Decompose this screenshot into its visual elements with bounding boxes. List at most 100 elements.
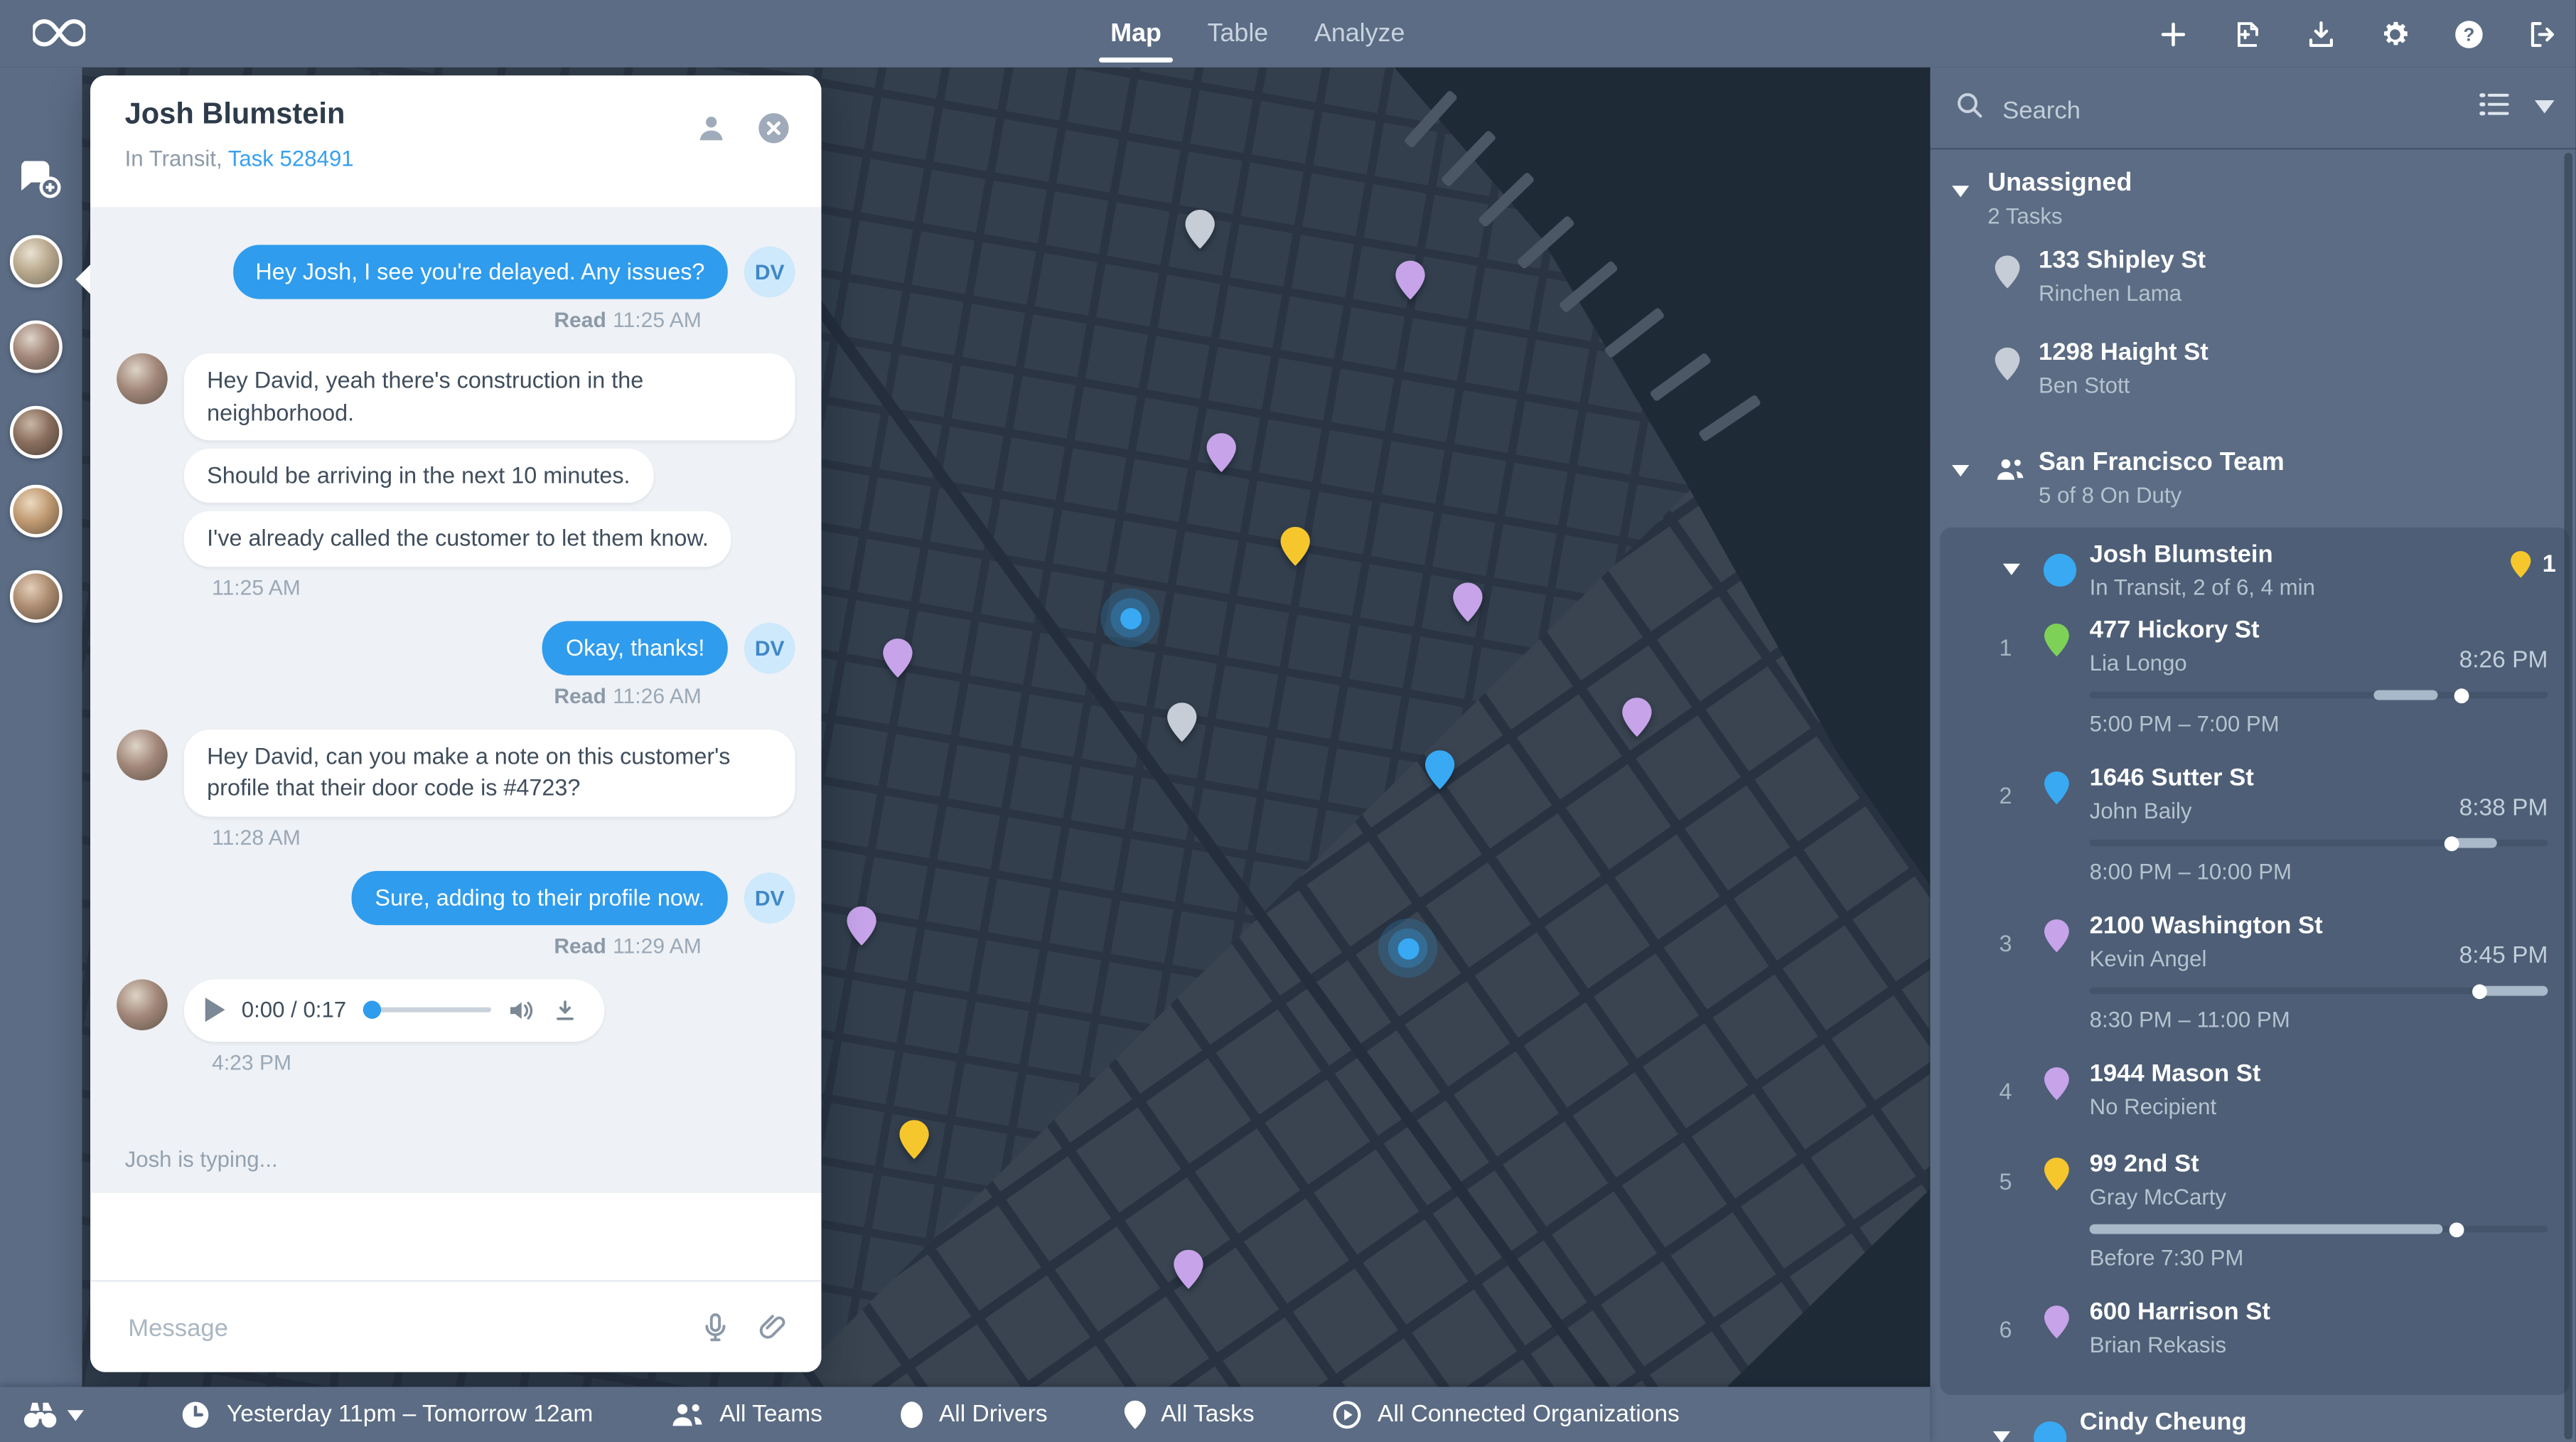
task-list: Unassigned2 Tasks133 Shipley StRinchen L… [1930, 149, 2575, 1442]
filter-all-connected-organizations[interactable]: All Connected Organizations [1330, 1399, 1680, 1431]
driver-task-row[interactable]: 21646 Sutter StJohn Baily8:38 PM8:00 PM … [1940, 761, 2569, 909]
task-link[interactable]: Task 528491 [228, 146, 354, 171]
tab-table[interactable]: Table [1208, 0, 1269, 68]
avatar-driver-5[interactable] [10, 570, 63, 623]
driver-row[interactable]: Josh BlumsteinIn Transit, 2 of 6, 4 min1 [1940, 528, 2569, 613]
filter-yesterday-11pm-–-tomorrow-12am[interactable]: Yesterday 11pm – Tomorrow 12am [179, 1399, 593, 1431]
map-task-pin-gray[interactable] [1166, 702, 1198, 743]
map-task-pin-yellow[interactable] [898, 1119, 930, 1160]
collapse-caret-icon[interactable] [1992, 1431, 2010, 1442]
map-task-pin-purple[interactable] [1452, 582, 1483, 623]
driver-task-row[interactable]: 6600 Harrison StBrian Rekasis [1940, 1295, 2569, 1385]
record-audio-icon[interactable] [698, 1310, 733, 1345]
badge-count: 1 [2543, 550, 2556, 578]
contact-profile-icon[interactable] [693, 110, 729, 146]
lookup-control[interactable] [21, 1400, 84, 1430]
map-driver-location-dot[interactable] [1100, 588, 1159, 647]
driver-task-row[interactable]: 1477 Hickory StLia Longo8:26 PM5:00 PM –… [1940, 613, 2569, 761]
avatar-driver-3[interactable] [10, 406, 63, 459]
driver-avatar [117, 979, 168, 1030]
map-task-pin-purple[interactable] [882, 638, 913, 679]
task-address: 1944 Mason St [2090, 1060, 2261, 1088]
message-bubble-incoming: Hey David, yeah there's construction in … [184, 354, 795, 441]
filter-label: All Teams [719, 1401, 822, 1428]
task-progress-marker [2449, 1222, 2464, 1237]
avatar-driver-4[interactable] [10, 485, 63, 538]
help-icon[interactable]: ? [2452, 17, 2485, 50]
collapse-caret-icon[interactable] [1951, 186, 1969, 197]
map-task-pin-purple[interactable] [1206, 432, 1237, 474]
unassigned-task-row[interactable]: 1298 Haight StBen Stott [1930, 331, 2575, 422]
map-task-pin-blue[interactable] [1424, 749, 1456, 791]
driver-status-dot [2044, 554, 2076, 587]
message-input-bar [90, 1280, 821, 1372]
driver-task-row[interactable]: 41944 Mason StNo Recipient [1940, 1057, 2569, 1147]
view-tabs: Map Table Analyze [1110, 0, 1405, 68]
dispatcher-avatar: DV [744, 247, 795, 298]
group-header-team[interactable]: San Francisco Team5 of 8 On Duty [1930, 422, 2575, 518]
import-icon[interactable] [2231, 17, 2263, 50]
outgoing-message: Hey Josh, I see you're delayed. Any issu… [117, 245, 795, 299]
filter-all-tasks[interactable]: All Tasks [1123, 1400, 1255, 1430]
list-view-icon[interactable] [2479, 90, 2510, 118]
map-task-pin-purple[interactable] [846, 905, 877, 946]
group-header-unassigned[interactable]: Unassigned2 Tasks [1930, 149, 2575, 238]
avatar-driver-1[interactable] [10, 235, 63, 287]
avatar-driver-2-josh-selected[interactable] [10, 321, 63, 373]
driver-row[interactable]: Cindy CheungOffline, 0 of 4 [1930, 1395, 2575, 1442]
attach-file-icon[interactable] [756, 1310, 790, 1345]
download-audio-icon[interactable] [552, 997, 578, 1023]
close-chat-icon[interactable] [756, 110, 792, 146]
add-icon[interactable] [2157, 17, 2189, 50]
logout-icon[interactable] [2526, 17, 2559, 50]
driver-task-row[interactable]: 599 2nd StGray McCartyBefore 7:30 PM [1940, 1147, 2569, 1295]
outgoing-message: Sure, adding to their profile now.DV [117, 870, 795, 925]
read-label: Read [554, 308, 606, 333]
task-address: 2100 Washington St [2090, 912, 2323, 940]
export-icon[interactable] [2304, 17, 2337, 50]
task-sequence-number: 1 [1999, 634, 2012, 661]
message-bubble-incoming: Hey David, can you make a note on this c… [184, 730, 795, 816]
driver-status: In Transit, 2 of 6, 4 min [2090, 575, 2315, 600]
incoming-audio-message: 0:00 / 0:17 [117, 979, 795, 1042]
map-driver-location-dot[interactable] [1378, 919, 1437, 978]
audio-seek-knob[interactable] [363, 1001, 380, 1019]
driver-task-badge: 1 [2509, 550, 2556, 578]
app-logo-icon[interactable] [33, 13, 85, 52]
driver-dot-halo [1110, 598, 1149, 637]
map-task-pin-purple[interactable] [1173, 1249, 1204, 1290]
audio-seek-slider[interactable] [363, 1008, 490, 1013]
map-task-pin-purple[interactable] [1395, 260, 1426, 301]
play-icon[interactable] [204, 998, 225, 1022]
task-pin-icon [2044, 1157, 2070, 1192]
search-input[interactable] [1999, 87, 2383, 133]
task-progress-marker [2445, 836, 2460, 851]
collapse-caret-icon[interactable] [2002, 564, 2020, 575]
collapse-caret-icon[interactable] [1951, 465, 1969, 476]
message-input[interactable] [125, 1282, 625, 1376]
driver-task-row[interactable]: 32100 Washington StKevin Angel8:45 PM8:3… [1940, 909, 2569, 1057]
dispatcher-avatar: DV [744, 622, 795, 673]
settings-icon[interactable] [2378, 17, 2411, 50]
task-sequence-number: 3 [1999, 930, 2012, 956]
dispatcher-avatar: DV [744, 872, 795, 923]
tab-map[interactable]: Map [1110, 0, 1161, 68]
chat-header: Josh Blumstein In Transit, Task 528491 [90, 75, 821, 207]
speaker-icon[interactable] [508, 997, 535, 1023]
map-task-pin-gray[interactable] [1184, 208, 1215, 250]
sidebar-scrollbar[interactable] [2564, 153, 2572, 1440]
sidebar-search-row [1930, 68, 2575, 148]
task-recipient: Ben Stott [2039, 373, 2130, 398]
tab-analyze[interactable]: Analyze [1314, 0, 1405, 68]
task-recipient: Gray McCarty [2090, 1185, 2226, 1209]
sort-caret-icon[interactable] [2535, 100, 2555, 113]
unassigned-task-row[interactable]: 133 Shipley StRinchen Lama [1930, 238, 2575, 330]
filter-all-teams[interactable]: All Teams [669, 1400, 822, 1430]
new-chat-icon[interactable] [13, 156, 62, 203]
map-task-pin-purple[interactable] [1621, 697, 1653, 738]
chat-rail [0, 68, 82, 1387]
task-address: 1646 Sutter St [2090, 764, 2254, 792]
filter-all-drivers[interactable]: All Drivers [898, 1400, 1047, 1430]
task-progress-bar [2090, 692, 2548, 698]
map-task-pin-yellow[interactable] [1279, 526, 1311, 567]
